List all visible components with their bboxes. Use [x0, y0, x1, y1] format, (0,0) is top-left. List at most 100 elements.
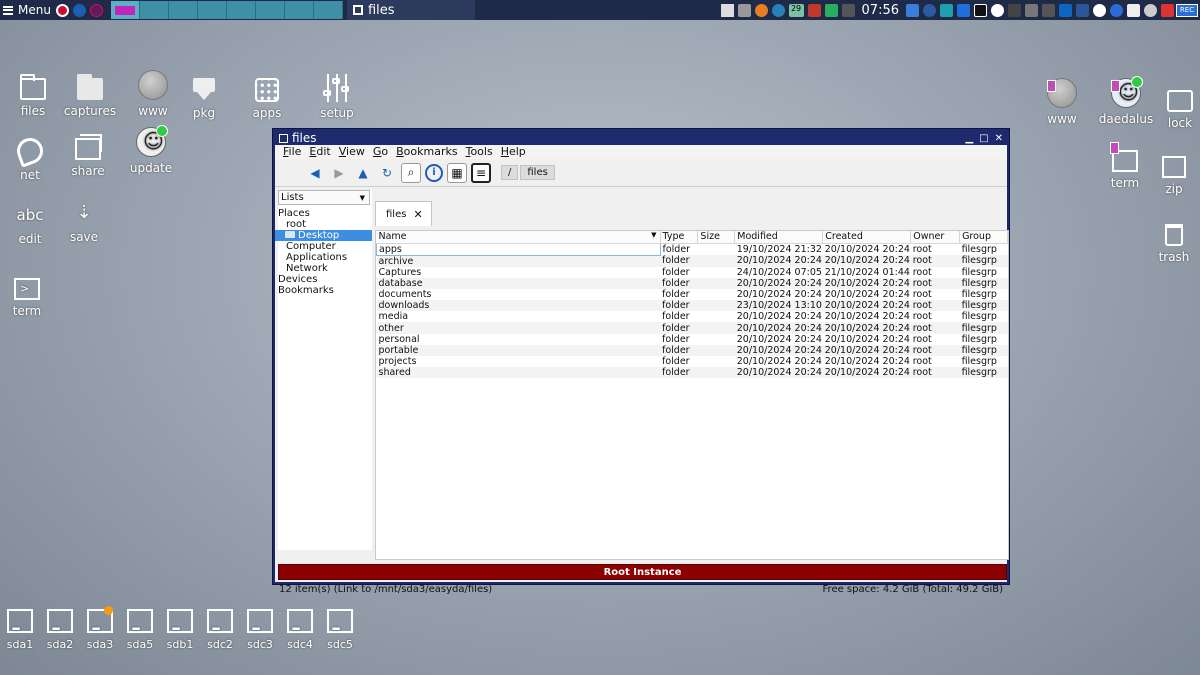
list-view-icon[interactable]: ≡: [471, 162, 491, 183]
workspace-3[interactable]: [168, 1, 198, 19]
drive-sda3[interactable]: sda3: [80, 606, 120, 651]
maximize-icon[interactable]: □: [979, 133, 988, 144]
icon-view-icon[interactable]: ▦: [447, 162, 467, 183]
menu-file[interactable]: File: [283, 145, 301, 159]
telegram-icon[interactable]: [957, 3, 970, 17]
table-row[interactable]: downloads folder 23/10/2024 13:10 20/10/202…: [376, 300, 1008, 312]
refresh-icon[interactable]: ↻: [377, 163, 397, 183]
cpu-monitor-icon[interactable]: [807, 3, 821, 17]
column-header-modified[interactable]: Modified: [734, 231, 824, 244]
drive-sda1[interactable]: sda1: [0, 609, 40, 651]
forward-icon[interactable]: ▶: [329, 163, 349, 183]
column-header-created[interactable]: Created: [822, 231, 912, 244]
lists-dropdown[interactable]: Lists ▼: [278, 190, 370, 205]
drive-sdc4[interactable]: sdc4: [280, 609, 320, 651]
table-row[interactable]: personal folder 20/10/2024 20:24 20/10/2024…: [377, 334, 1008, 345]
search-icon[interactable]: ⌕: [401, 162, 421, 183]
table-row[interactable]: Captures folder 24/10/2024 07:05 21/10/2024…: [377, 267, 1008, 278]
menu-go[interactable]: Go: [373, 145, 388, 159]
status-icon[interactable]: [771, 3, 785, 17]
table-row[interactable]: apps folder 19/10/2024 21:32 20/10/2024 20:…: [376, 242, 1008, 256]
app-launcher-icon-2[interactable]: [89, 3, 103, 17]
menu-bookmarks[interactable]: Bookmarks: [396, 145, 457, 159]
workspace-8[interactable]: [313, 1, 343, 19]
column-header-name[interactable]: Name ▼: [376, 231, 661, 244]
minimize-icon[interactable]: ▁: [965, 133, 973, 144]
tiktok-icon[interactable]: [974, 3, 987, 17]
table-row[interactable]: media folder 20/10/2024 20:24 20/10/2024 20…: [377, 311, 1008, 322]
drive-sda5[interactable]: sda5: [120, 609, 160, 651]
calendar-icon[interactable]: 29: [788, 3, 804, 17]
desktop-icon-net[interactable]: net: [0, 134, 61, 182]
workspace-1[interactable]: [110, 1, 140, 19]
drive-sdc5[interactable]: sdc5: [320, 609, 360, 651]
save-icon[interactable]: [1127, 3, 1140, 17]
tool-icon[interactable]: [940, 3, 953, 17]
table-row[interactable]: portable folder 20/10/2024 20:24 20/10/2024…: [376, 344, 1008, 356]
desktop-icon-edit[interactable]: abc edit: [0, 198, 61, 246]
window-titlebar[interactable]: files ▁ □ ✕: [275, 131, 1007, 145]
tree-item-devices[interactable]: Devices: [278, 274, 372, 285]
desktop-icon-daedalus[interactable]: daedalus: [1095, 76, 1157, 126]
network-monitor-icon[interactable]: [824, 3, 838, 17]
tree-item-computer[interactable]: Computer: [278, 241, 372, 252]
table-row[interactable]: shared folder 20/10/2024 20:24 20/10/2024 2…: [376, 367, 1008, 379]
column-header-owner[interactable]: Owner: [910, 231, 961, 244]
breadcrumb-files[interactable]: files: [520, 165, 555, 180]
column-header-group[interactable]: Group: [959, 231, 1008, 244]
tree-item-applications[interactable]: Applications: [278, 252, 372, 263]
volume-icon[interactable]: [720, 3, 734, 17]
tree-item-root[interactable]: root: [278, 219, 372, 230]
user-icon[interactable]: [737, 3, 751, 17]
drive-sdc3[interactable]: sdc3: [240, 609, 280, 651]
browser-icon[interactable]: [923, 3, 936, 17]
drive-sdc2[interactable]: sdc2: [200, 609, 240, 651]
table-row[interactable]: projects folder 20/10/2024 20:24 20/10/2024…: [377, 356, 1008, 367]
mail-icon[interactable]: [906, 3, 919, 17]
alert-icon[interactable]: [1161, 3, 1174, 17]
desktop-icon-pkg[interactable]: pkg: [173, 72, 235, 120]
app-launcher-icon[interactable]: [72, 3, 86, 17]
desktop-icon-save[interactable]: ⇣ save: [53, 196, 115, 244]
tab-files[interactable]: files ✕: [375, 201, 432, 226]
table-row[interactable]: archive folder 20/10/2024 20:24 20/10/2024 …: [376, 255, 1008, 267]
menu-button[interactable]: Menu: [0, 0, 54, 20]
desktop-icon-trash[interactable]: trash: [1143, 216, 1200, 264]
tree-item-desktop[interactable]: Desktop: [275, 230, 372, 241]
a-icon[interactable]: [991, 3, 1004, 17]
record-button[interactable]: REC: [1176, 3, 1198, 17]
workspace-6[interactable]: [255, 1, 285, 19]
tree-item-bookmarks[interactable]: Bookmarks: [278, 285, 372, 296]
chatgpt-icon[interactable]: [1093, 3, 1106, 17]
tools-icon[interactable]: [1042, 3, 1055, 17]
column-header-type[interactable]: Type: [660, 231, 699, 244]
info-icon[interactable]: i: [425, 163, 443, 182]
close-tab-icon[interactable]: ✕: [413, 208, 422, 221]
desktop-icon-setup[interactable]: setup: [306, 72, 368, 120]
taskbar-task-files[interactable]: files: [346, 0, 475, 20]
close-icon[interactable]: ✕: [995, 133, 1003, 144]
clock[interactable]: 07:56: [862, 3, 899, 18]
desktop-icon-share[interactable]: share: [57, 130, 119, 178]
workspace-4[interactable]: [197, 1, 227, 19]
places-header[interactable]: Places: [278, 208, 372, 219]
weather-icon[interactable]: [754, 3, 768, 17]
desktop-icon-lock[interactable]: lock: [1149, 82, 1200, 130]
battery-icon[interactable]: [841, 3, 855, 17]
menu-edit[interactable]: Edit: [309, 145, 330, 159]
discord-icon[interactable]: [1110, 3, 1123, 17]
settings-icon[interactable]: [1144, 3, 1157, 17]
table-row[interactable]: documents folder 20/10/2024 20:24 20/10/202…: [377, 289, 1008, 300]
desktop-icon-zip[interactable]: zip: [1143, 148, 1200, 196]
menu-tools[interactable]: Tools: [466, 145, 493, 159]
breadcrumb-root[interactable]: /: [501, 165, 519, 180]
back-icon[interactable]: ◀: [305, 163, 325, 183]
table-row[interactable]: database folder 20/10/2024 20:24 20/10/2024…: [376, 277, 1008, 289]
drive-sdb1[interactable]: sdb1: [160, 609, 200, 651]
workspace-2[interactable]: [139, 1, 169, 19]
screenshot-icon[interactable]: [1025, 3, 1038, 17]
desktop-icon-term[interactable]: > term: [0, 270, 58, 318]
language-flag-icon[interactable]: [55, 3, 69, 17]
desktop-icon-files[interactable]: files: [2, 70, 64, 118]
desktop-icon-update[interactable]: update: [120, 125, 182, 175]
